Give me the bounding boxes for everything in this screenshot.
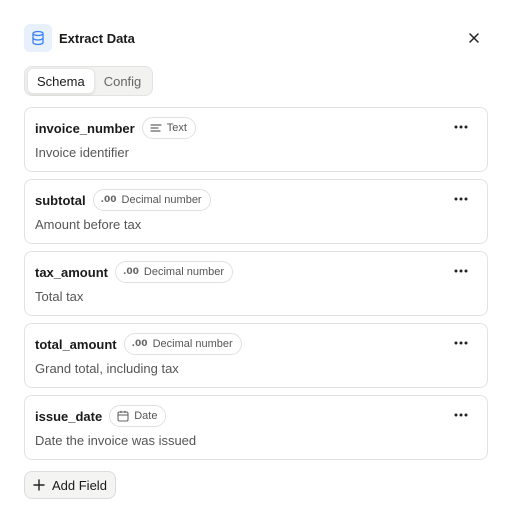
- field-description: Date the invoice was issued: [35, 433, 197, 448]
- more-options-icon[interactable]: [453, 194, 469, 204]
- field-type-label: Text: [166, 122, 187, 134]
- decimal-icon: .00: [122, 267, 139, 277]
- field-type-badge[interactable]: Text: [141, 117, 196, 139]
- field-type-label: Decimal number: [121, 194, 202, 206]
- field-type-label: Decimal number: [143, 266, 225, 278]
- more-options-icon[interactable]: [453, 410, 469, 420]
- field-type-badge[interactable]: .00 Decimal number: [123, 333, 242, 355]
- calendar-icon: [117, 410, 129, 422]
- field-type-label: Decimal number: [152, 338, 233, 350]
- field-type-badge[interactable]: .00 Decimal number: [92, 189, 211, 211]
- tab-config[interactable]: Config: [95, 69, 151, 93]
- field-description: Amount before tax: [35, 217, 142, 232]
- field-name: issue_date: [35, 408, 103, 424]
- field-card-tax-amount[interactable]: tax_amount .00 Decimal number Total tax: [24, 251, 488, 316]
- field-type-badge[interactable]: Date: [109, 405, 167, 427]
- decimal-icon: .00: [131, 339, 148, 349]
- field-card-subtotal[interactable]: subtotal .00 Decimal number Amount befor…: [24, 179, 488, 244]
- field-name: total_amount: [35, 336, 117, 352]
- field-card-issue-date[interactable]: issue_date Date Date the invoice was iss…: [24, 395, 488, 460]
- more-options-icon[interactable]: [453, 266, 469, 276]
- field-name: invoice_number: [35, 120, 135, 136]
- add-field-button[interactable]: Add Field: [24, 471, 116, 499]
- decimal-icon: .00: [100, 195, 117, 205]
- field-description: Invoice identifier: [35, 145, 129, 160]
- close-icon[interactable]: [466, 30, 482, 46]
- add-field-label: Add Field: [52, 477, 107, 493]
- field-type-label: Date: [134, 410, 158, 422]
- database-icon: [24, 24, 52, 52]
- field-description: Grand total, including tax: [35, 361, 179, 376]
- panel-header: Extract Data: [24, 24, 488, 52]
- field-description: Total tax: [35, 289, 84, 304]
- more-options-icon[interactable]: [453, 122, 469, 132]
- text-lines-icon: [150, 123, 162, 133]
- tab-bar: Schema Config: [24, 66, 154, 96]
- panel-title: Extract Data: [59, 30, 135, 46]
- plus-icon: [33, 479, 45, 491]
- field-list: invoice_number Text Invoice identifier s…: [24, 107, 488, 467]
- field-card-total-amount[interactable]: total_amount .00 Decimal number Grand to…: [24, 323, 488, 388]
- field-card-invoice-number[interactable]: invoice_number Text Invoice identifier: [24, 107, 488, 172]
- tab-schema[interactable]: Schema: [27, 68, 95, 94]
- field-type-badge[interactable]: .00 Decimal number: [114, 261, 234, 283]
- field-name: tax_amount: [35, 264, 108, 280]
- field-name: subtotal: [35, 192, 86, 208]
- more-options-icon[interactable]: [453, 338, 469, 348]
